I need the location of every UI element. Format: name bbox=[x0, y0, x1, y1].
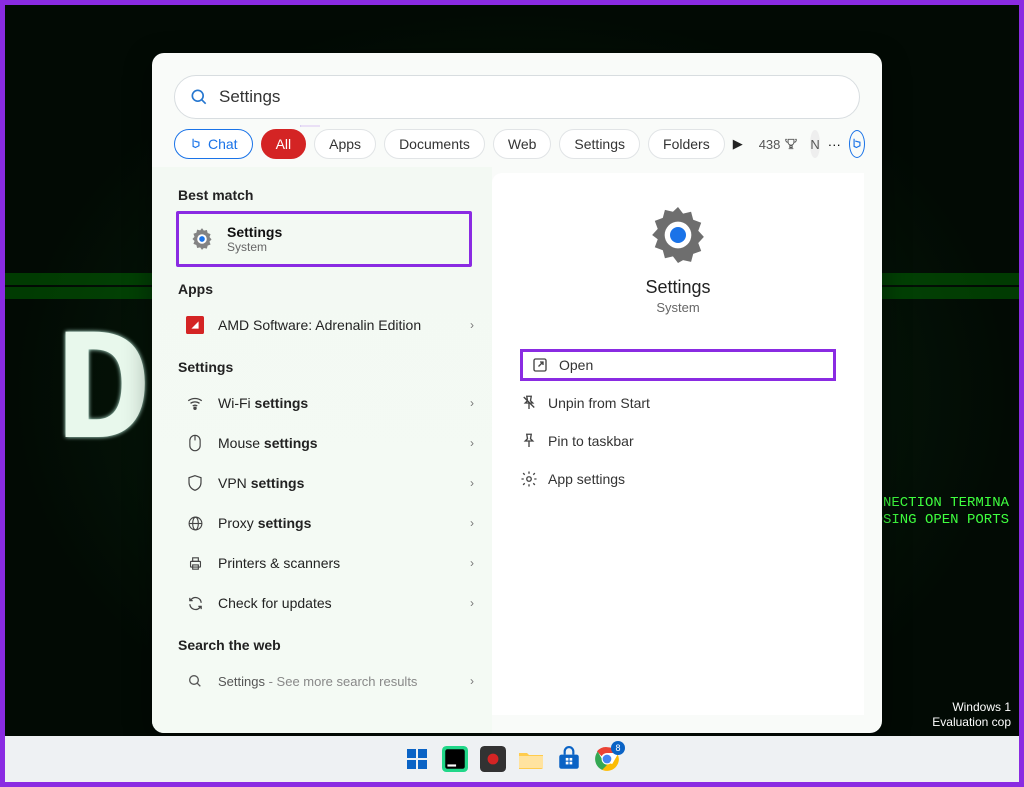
globe-icon bbox=[184, 512, 206, 534]
preview-title: Settings bbox=[645, 277, 710, 298]
web-search-more[interactable]: Settings - See more search results › bbox=[178, 661, 492, 701]
windows-icon bbox=[405, 747, 429, 771]
section-best-match: Best match bbox=[178, 187, 492, 203]
setting-printers[interactable]: Printers & scanners › bbox=[178, 543, 492, 583]
search-results: Best match Settings System Apps AMD Soft… bbox=[152, 167, 492, 733]
watermark: Windows 1 Evaluation cop bbox=[932, 700, 1011, 730]
taskbar-app-pycharm[interactable] bbox=[440, 744, 470, 774]
mouse-icon bbox=[184, 432, 206, 454]
search-icon bbox=[189, 87, 209, 107]
filter-bar: Chat All Apps Documents Web Settings Fol… bbox=[152, 129, 882, 167]
refresh-icon bbox=[184, 592, 206, 614]
taskbar-app-store[interactable] bbox=[554, 744, 584, 774]
chat-chip[interactable]: Chat bbox=[174, 129, 253, 159]
wifi-icon bbox=[184, 392, 206, 414]
action-pin-taskbar[interactable]: Pin to taskbar bbox=[520, 425, 836, 457]
search-input[interactable] bbox=[219, 87, 845, 107]
best-match-title: Settings bbox=[227, 224, 282, 240]
pin-icon bbox=[520, 432, 538, 450]
action-open[interactable]: Open bbox=[520, 349, 836, 381]
setting-wifi[interactable]: Wi-Fi settings › bbox=[178, 383, 492, 423]
amd-icon bbox=[184, 314, 206, 336]
printer-icon bbox=[184, 552, 206, 574]
open-icon bbox=[531, 356, 549, 374]
chevron-right-icon: › bbox=[470, 436, 474, 450]
filter-folders[interactable]: Folders bbox=[648, 129, 725, 159]
gear-icon bbox=[189, 226, 215, 252]
start-search-panel: Chat All Apps Documents Web Settings Fol… bbox=[152, 53, 882, 733]
taskbar[interactable]: 8 bbox=[5, 736, 1019, 782]
section-web: Search the web bbox=[178, 637, 492, 653]
gear-icon bbox=[520, 470, 538, 488]
more-filters-arrow-icon[interactable]: ▶ bbox=[733, 130, 743, 158]
setting-proxy[interactable]: Proxy settings › bbox=[178, 503, 492, 543]
taskbar-app-settings[interactable] bbox=[478, 744, 508, 774]
taskbar-app-explorer[interactable] bbox=[516, 744, 546, 774]
chevron-right-icon: › bbox=[470, 318, 474, 332]
action-app-settings[interactable]: App settings bbox=[520, 463, 836, 495]
gear-icon-large bbox=[646, 203, 710, 267]
filter-web[interactable]: Web bbox=[493, 129, 552, 159]
taskbar-app-chrome[interactable]: 8 bbox=[592, 744, 622, 774]
start-button[interactable] bbox=[402, 744, 432, 774]
user-avatar[interactable]: N bbox=[810, 130, 819, 158]
section-apps: Apps bbox=[178, 281, 492, 297]
filter-documents[interactable]: Documents bbox=[384, 129, 485, 159]
shield-icon bbox=[184, 472, 206, 494]
setting-updates[interactable]: Check for updates › bbox=[178, 583, 492, 623]
more-options-icon[interactable]: ··· bbox=[828, 130, 841, 158]
app-result-amd[interactable]: AMD Software: Adrenalin Edition › bbox=[178, 305, 492, 345]
search-icon bbox=[184, 670, 206, 692]
best-match-item[interactable]: Settings System bbox=[176, 211, 472, 267]
best-match-subtitle: System bbox=[227, 240, 282, 254]
search-bar[interactable] bbox=[174, 75, 860, 119]
filter-all[interactable]: All bbox=[261, 129, 307, 159]
preview-pane: Settings System Open Unpin from Start Pi… bbox=[492, 173, 864, 715]
setting-mouse[interactable]: Mouse settings › bbox=[178, 423, 492, 463]
chevron-right-icon: › bbox=[470, 674, 474, 688]
unpin-icon bbox=[520, 394, 538, 412]
setting-vpn[interactable]: VPN settings › bbox=[178, 463, 492, 503]
desktop-background: D D CONNECTION TERMINA CLOSING OPEN PORT… bbox=[5, 5, 1019, 782]
bing-icon[interactable] bbox=[849, 130, 865, 158]
rewards-points[interactable]: 438 bbox=[759, 137, 799, 152]
preview-subtitle: System bbox=[656, 300, 699, 315]
chevron-right-icon: › bbox=[470, 596, 474, 610]
chevron-right-icon: › bbox=[470, 476, 474, 490]
action-unpin-start[interactable]: Unpin from Start bbox=[520, 387, 836, 419]
filter-apps[interactable]: Apps bbox=[314, 129, 376, 159]
section-settings: Settings bbox=[178, 359, 492, 375]
trophy-icon bbox=[784, 137, 798, 151]
chevron-right-icon: › bbox=[470, 516, 474, 530]
bing-chat-icon bbox=[189, 137, 203, 151]
badge-count: 8 bbox=[611, 741, 625, 755]
filter-settings[interactable]: Settings bbox=[559, 129, 640, 159]
chevron-right-icon: › bbox=[470, 556, 474, 570]
chevron-right-icon: › bbox=[470, 396, 474, 410]
